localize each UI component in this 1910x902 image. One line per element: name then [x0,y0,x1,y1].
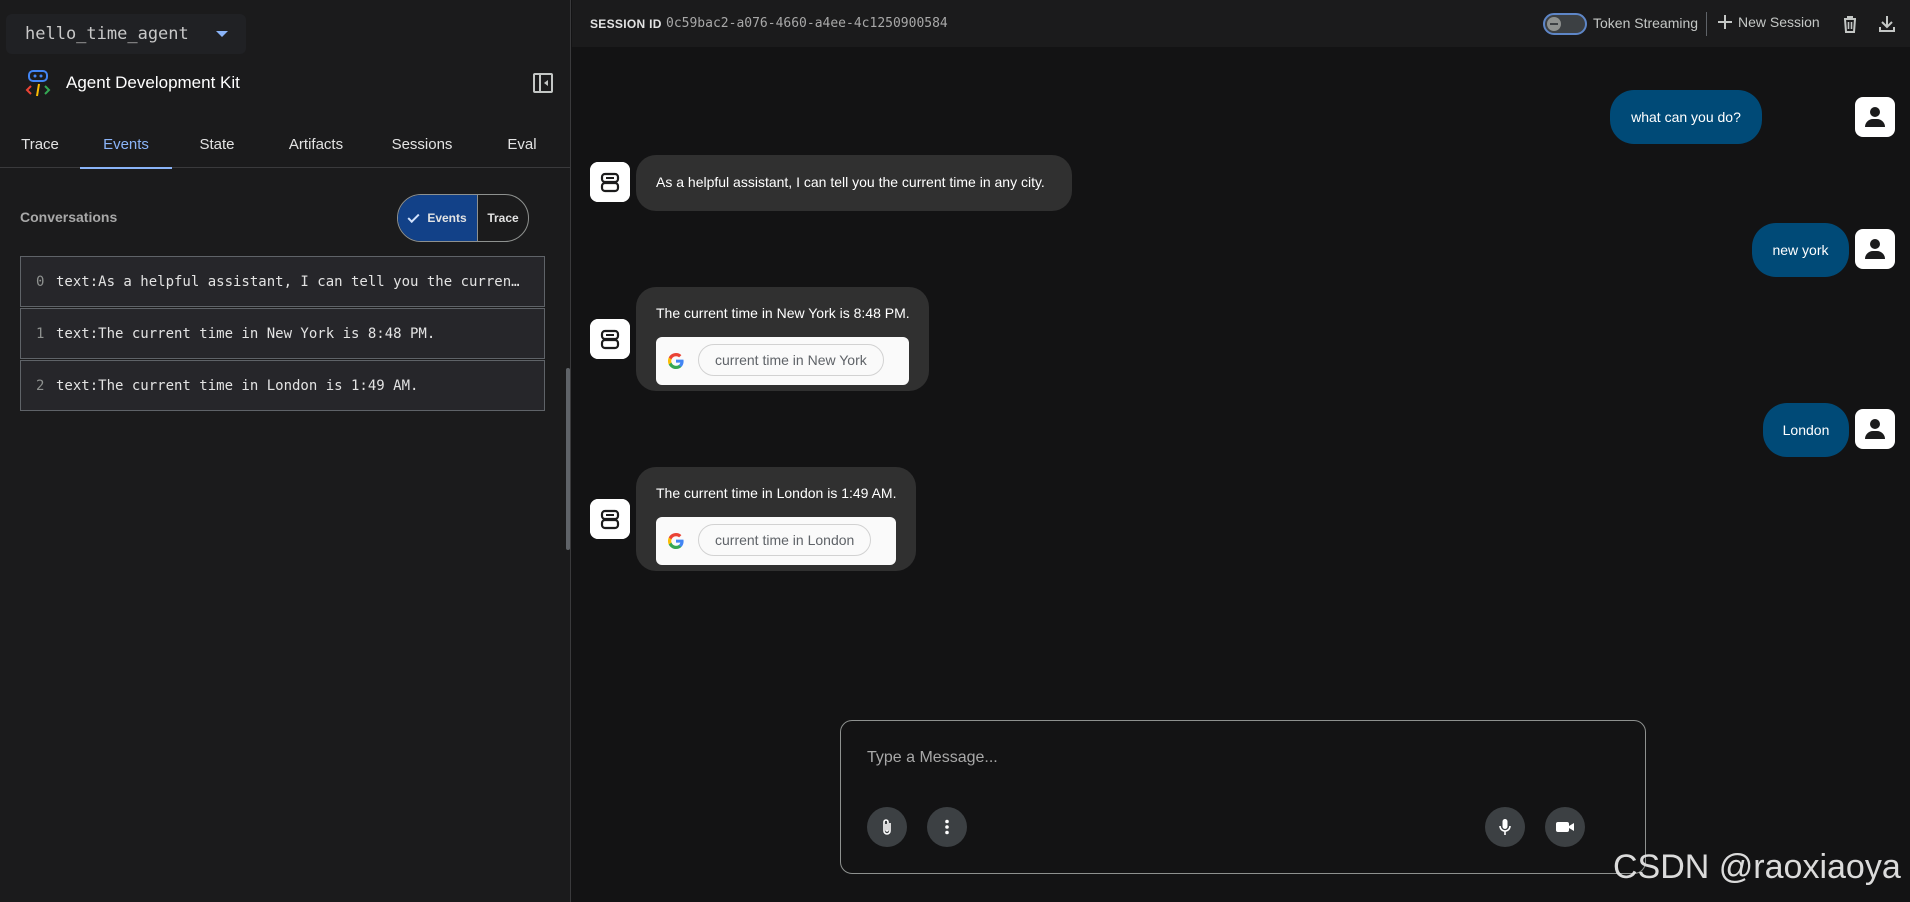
user-avatar-icon [1855,229,1895,269]
search-suggestion[interactable]: current time in London [656,517,896,565]
attach-button[interactable] [867,807,907,847]
delete-icon[interactable] [1840,14,1860,34]
token-streaming-toggle[interactable] [1543,13,1587,35]
event-list: 0 text:As a helpful assistant, I can tel… [20,256,545,412]
user-avatar-icon [1855,409,1895,449]
event-row[interactable]: 0 text:As a helpful assistant, I can tel… [20,256,545,307]
event-text: text:The current time in London is 1:49 … [56,377,419,394]
chevron-down-icon [216,31,228,37]
watermark: CSDN @raoxiaoya [1613,848,1901,886]
bot-message-text: The current time in New York is 8:48 PM. [656,305,910,321]
collapse-panel-icon[interactable] [533,73,553,93]
user-message-text: new york [1772,242,1829,258]
event-index: 1 [36,325,45,342]
bot-message: The current time in New York is 8:48 PM.… [636,287,929,391]
plus-icon [1718,15,1732,29]
sidebar-tabs: Trace Events State Artifacts Sessions Ev… [0,120,571,169]
user-message: what can you do? [1610,90,1762,144]
event-index: 2 [36,377,45,394]
tab-sessions[interactable]: Sessions [370,120,474,168]
google-icon [668,353,684,369]
video-button[interactable] [1545,807,1585,847]
more-vert-icon [945,819,949,835]
event-text: text:As a helpful assistant, I can tell … [56,273,526,290]
event-row[interactable]: 1 text:The current time in New York is 8… [20,308,545,359]
brand-title: Agent Development Kit [66,73,240,92]
bot-message: As a helpful assistant, I can tell you t… [636,155,1072,211]
agent-select[interactable]: hello_time_agent [6,14,246,54]
videocam-icon [1556,822,1574,832]
paperclip-icon [883,819,891,835]
toggle-trace-label: Trace [487,211,519,225]
brand: Agent Development Kit [25,68,240,98]
side-panel: hello_time_agent Agent Development Kit T… [0,0,571,902]
event-row[interactable]: 2 text:The current time in London is 1:4… [20,360,545,411]
events-trace-toggle: Events Trace [397,194,529,242]
tab-state[interactable]: State [172,120,262,168]
top-bar: SESSION ID 0c59bac2-a076-4660-a4ee-4c125… [572,0,1910,47]
agent-select-value: hello_time_agent [25,24,189,44]
token-streaming-label: Token Streaming [1593,15,1699,31]
user-message-text: London [1782,422,1830,438]
session-id-label: SESSION ID [590,17,662,31]
event-text: text:The current time in New York is 8:4… [56,325,436,342]
bot-avatar-icon [590,319,630,359]
toggle-knob [1547,17,1561,31]
tab-eval[interactable]: Eval [474,120,570,168]
user-message: London [1763,403,1849,457]
adk-logo-icon [25,70,51,97]
bot-message: The current time in London is 1:49 AM. c… [636,467,916,571]
user-avatar-icon [1855,97,1895,137]
bot-message-text: As a helpful assistant, I can tell you t… [656,174,1045,190]
tab-events[interactable]: Events [80,120,172,169]
mic-button[interactable] [1485,807,1525,847]
divider [1706,12,1707,36]
new-session-button[interactable]: New Session [1718,14,1820,30]
toggle-events[interactable]: Events [398,195,478,241]
tab-trace[interactable]: Trace [0,120,80,168]
search-query[interactable]: current time in New York [698,344,884,376]
bot-message-text: The current time in London is 1:49 AM. [656,485,897,501]
user-message-text: what can you do? [1631,109,1741,125]
mic-icon [1499,819,1511,835]
event-index: 0 [36,273,45,290]
check-icon [407,210,420,223]
user-message: new york [1752,223,1849,277]
google-icon [668,533,684,549]
conversations-label: Conversations [20,209,118,225]
toggle-trace[interactable]: Trace [478,195,528,241]
search-suggestion[interactable]: current time in New York [656,337,909,385]
message-input[interactable] [867,746,1567,770]
session-id-value: 0c59bac2-a076-4660-a4ee-4c1250900584 [666,16,948,31]
bot-avatar-icon [590,499,630,539]
bot-avatar-icon [590,162,630,202]
panel-resize-handle[interactable] [566,368,570,550]
new-session-label: New Session [1738,14,1820,30]
download-icon[interactable] [1877,14,1897,34]
message-composer [840,720,1646,874]
toggle-events-label: Events [427,211,467,225]
more-options-button[interactable] [927,807,967,847]
tab-artifacts[interactable]: Artifacts [262,120,370,168]
search-query[interactable]: current time in London [698,524,872,556]
